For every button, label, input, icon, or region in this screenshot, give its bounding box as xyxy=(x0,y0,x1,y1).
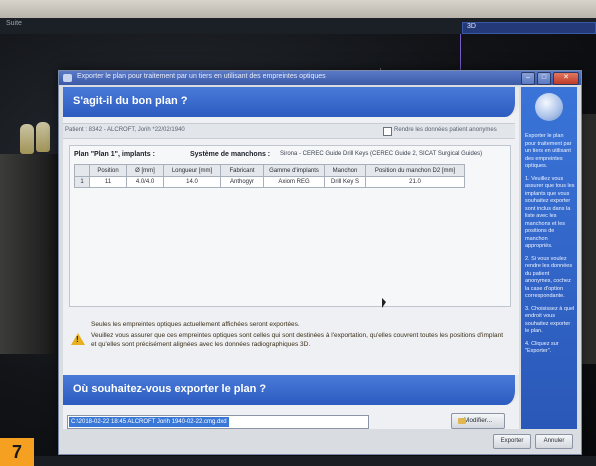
column-header[interactable]: Ø [mm] xyxy=(126,164,164,177)
export-path-value: C:\2018-02-22 18:45 ALCROFT Jorih 1940-0… xyxy=(69,417,229,427)
column-header[interactable]: Position xyxy=(89,164,127,177)
plan-panel: Plan "Plan 1", implants : Système de man… xyxy=(69,145,511,308)
sleeve-system-value: Sirona - CEREC Guide Drill Keys (CEREC G… xyxy=(280,151,483,157)
plan-title: Plan "Plan 1", implants : xyxy=(74,151,155,158)
patient-row: Patient : 8342 - ALCROFT, Jorih *22/02/1… xyxy=(63,123,515,139)
column-header[interactable]: Longueur [mm] xyxy=(163,164,221,177)
bottom-toolbar xyxy=(34,456,596,466)
help-paragraph: 4. Cliquez sur "Exporter". xyxy=(525,340,559,355)
dialog-title-bar[interactable]: Exporter le plan pour traitement par un … xyxy=(59,71,581,85)
implant-table: Position Ø [mm] Longueur [mm] Fabricant … xyxy=(74,164,465,188)
column-header[interactable]: Position du manchon D2 [mm] xyxy=(365,164,465,177)
warning-icon: ! xyxy=(71,333,85,345)
minimize-button[interactable]: – xyxy=(521,72,535,85)
warning-text-primary: Seules les empreintes optiques actuellem… xyxy=(91,321,300,328)
warning-text-detail: Veuillez vous assurer que ces empreintes… xyxy=(91,332,504,348)
tooth-image xyxy=(36,122,50,152)
help-text: Exporter le plan pour traitement par un … xyxy=(525,133,575,361)
export-question: Où souhaitez-vous exporter le plan ? xyxy=(73,383,267,395)
column-header[interactable]: Fabricant xyxy=(220,164,264,177)
app-menu-label[interactable]: Suite xyxy=(6,20,22,27)
modify-button-label: Modifier... xyxy=(463,417,493,424)
xray-panel-left xyxy=(0,154,62,354)
maximize-button[interactable]: □ xyxy=(537,72,551,85)
table-row[interactable]: 1 11 4.0/4.0 14.0 Anthogyr Axiom REG Dri… xyxy=(74,176,465,188)
view-3d-label: 3D xyxy=(467,23,476,30)
table-cell: 21.0 xyxy=(365,176,465,188)
view-3d-header[interactable]: 3D xyxy=(462,22,596,34)
table-cell: Anthogyr xyxy=(220,176,264,188)
help-paragraph: 1. Veuillez vous assurer que tous les im… xyxy=(525,175,575,250)
column-header[interactable]: Gamme d'implants xyxy=(263,164,325,177)
app-icon xyxy=(63,74,72,82)
cancel-button[interactable]: Annuler xyxy=(535,434,573,449)
table-cell: Drill Key S xyxy=(324,176,366,188)
help-paragraph: Exporter le plan pour traitement par un … xyxy=(525,133,572,169)
anonymize-checkbox[interactable] xyxy=(383,127,392,136)
sleeve-system-label: Système de manchons : xyxy=(190,151,271,158)
column-header[interactable] xyxy=(74,164,90,177)
top-strip xyxy=(0,0,596,18)
plan-question-banner: S'agit-il du bon plan ? xyxy=(63,87,519,117)
table-header-row: Position Ø [mm] Longueur [mm] Fabricant … xyxy=(74,164,465,177)
close-button[interactable]: ✕ xyxy=(553,72,579,85)
figure-number-badge: 7 xyxy=(0,438,34,466)
dialog-title: Exporter le plan pour traitement par un … xyxy=(77,73,326,80)
export-button[interactable]: Exporter xyxy=(493,434,531,449)
warning-box: ! Seules les empreintes optiques actuell… xyxy=(69,319,509,363)
patient-info: Patient : 8342 - ALCROFT, Jorih *22/02/1… xyxy=(65,127,185,133)
tooth-image xyxy=(20,124,34,154)
anonymize-label[interactable]: Rendre les données patient anonymes xyxy=(394,127,497,133)
help-sidebar: Exporter le plan pour traitement par un … xyxy=(521,87,577,429)
help-paragraph: 2. Si vous voulez rendre les données du … xyxy=(525,255,573,300)
table-cell: 11 xyxy=(89,176,127,188)
folder-icon xyxy=(458,418,466,424)
table-cell: Axiom REG xyxy=(263,176,325,188)
mouse-cursor-icon xyxy=(382,298,386,308)
help-paragraph: 3. Choisissez à quel endroit vous souhai… xyxy=(525,305,575,335)
column-header[interactable]: Manchon xyxy=(324,164,366,177)
dialog-main-area: S'agit-il du bon plan ? Patient : 8342 -… xyxy=(63,87,519,429)
export-plan-icon xyxy=(535,93,563,121)
export-plan-dialog: Exporter le plan pour traitement par un … xyxy=(58,70,582,455)
table-cell: 1 xyxy=(74,176,90,188)
plan-question: S'agit-il du bon plan ? xyxy=(73,95,188,107)
modify-button[interactable]: Modifier... xyxy=(451,413,505,429)
export-question-banner: Où souhaitez-vous exporter le plan ? xyxy=(63,375,519,405)
table-cell: 14.0 xyxy=(163,176,221,188)
export-path-field[interactable]: C:\2018-02-22 18:45 ALCROFT Jorih 1940-0… xyxy=(67,415,369,429)
dialog-footer: Exporter Annuler xyxy=(63,431,577,451)
table-cell: 4.0/4.0 xyxy=(126,176,164,188)
